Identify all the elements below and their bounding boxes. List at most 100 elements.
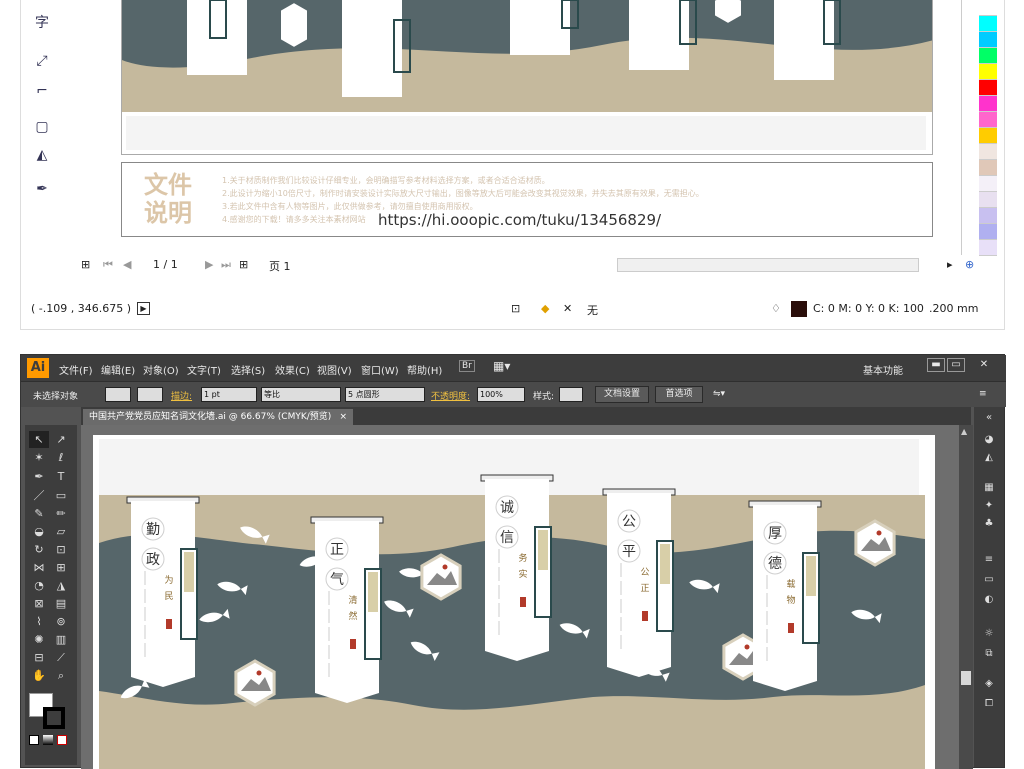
add-page-before-icon[interactable]: ⊞	[81, 258, 90, 271]
document-tab[interactable]: 中国共产党党员应知名词文化墙.ai @ 66.67% (CMYK/预览) ×	[83, 409, 353, 425]
stroke-swatch[interactable]	[43, 707, 65, 729]
menu-type[interactable]: 文字(T)	[187, 362, 221, 377]
stroke-weight-field[interactable]: 1 pt	[201, 387, 257, 402]
scroll-right-icon[interactable]: ▸	[947, 258, 953, 271]
artboard-tool-icon[interactable]: ⊟	[29, 649, 49, 666]
perspective-grid-tool-icon[interactable]: ◮	[51, 577, 71, 594]
opacity-field[interactable]: 100%	[477, 387, 525, 402]
maximize-button[interactable]: ▭	[947, 358, 965, 372]
menu-help[interactable]: 帮助(H)	[407, 362, 442, 377]
preferences-button[interactable]: 首选项	[655, 386, 703, 403]
horizontal-scrollbar[interactable]	[617, 258, 919, 272]
next-page-icon[interactable]: ▶	[205, 258, 213, 271]
brushes-panel-icon[interactable]: ✦	[981, 499, 997, 513]
none-mode-button[interactable]	[57, 735, 67, 745]
paintbrush-tool-icon[interactable]: ✎	[29, 505, 49, 522]
direct-selection-tool-icon[interactable]: ↗	[51, 431, 71, 448]
shadow-tool-icon[interactable]: ▢	[31, 118, 53, 136]
palette-swatch[interactable]	[979, 240, 997, 256]
color-panel-icon[interactable]: ◕	[981, 433, 997, 447]
menu-effect[interactable]: 效果(C)	[275, 362, 310, 377]
blob-brush-tool-icon[interactable]: ◒	[29, 523, 49, 540]
text-tool-icon[interactable]: 字	[31, 14, 53, 32]
palette-swatch[interactable]	[979, 96, 997, 112]
palette-swatch[interactable]	[979, 80, 997, 96]
palette-swatch[interactable]	[979, 128, 997, 144]
variable-width-profile[interactable]: 等比	[261, 387, 341, 402]
appearance-panel-icon[interactable]: ☼	[981, 627, 997, 641]
zoom-tool-icon[interactable]: ⌕	[51, 667, 71, 684]
palette-swatch[interactable]	[979, 0, 997, 16]
menu-select[interactable]: 选择(S)	[231, 362, 265, 377]
slice-tool-icon[interactable]: ⟋	[51, 649, 71, 666]
palette-swatch[interactable]	[979, 112, 997, 128]
stroke-color-control[interactable]	[137, 387, 163, 402]
minimize-button[interactable]: ▬	[927, 358, 945, 372]
graphic-style-picker[interactable]	[559, 387, 583, 402]
eyedropper-tool-icon[interactable]: ✒	[31, 180, 53, 198]
magic-wand-tool-icon[interactable]: ✶	[29, 449, 49, 466]
color-guide-icon[interactable]: ◭	[981, 451, 997, 465]
scroll-up-icon[interactable]: ▲	[961, 427, 967, 436]
palette-swatch[interactable]	[979, 144, 997, 160]
document-setup-button[interactable]: 文档设置	[595, 386, 649, 403]
artboards-panel-icon[interactable]: ⧠	[981, 697, 997, 711]
menu-window[interactable]: 窗口(W)	[361, 362, 399, 377]
eyedropper-tool-icon-ai[interactable]: ⌇	[29, 613, 49, 630]
bridge-icon[interactable]: Br	[459, 360, 475, 372]
free-transform-tool-icon[interactable]: ⊞	[51, 559, 71, 576]
workspace-switcher[interactable]: 基本功能	[863, 362, 903, 377]
menu-file[interactable]: 文件(F)	[59, 362, 93, 377]
prev-page-icon[interactable]: ◀	[123, 258, 131, 271]
top-vertical-scrollbar[interactable]	[961, 0, 975, 255]
dimension-tool-icon[interactable]: ⤢	[31, 52, 53, 70]
stroke-panel-icon[interactable]: ≡	[981, 553, 997, 567]
layers-panel-icon[interactable]: ◈	[981, 677, 997, 691]
opacity-label[interactable]: 不透明度:	[431, 389, 470, 402]
mesh-tool-icon[interactable]: ⊠	[29, 595, 49, 612]
source-url[interactable]: https://hi.ooopic.com/tuku/13456829/	[378, 211, 661, 229]
column-graph-tool-icon[interactable]: ▥	[51, 631, 71, 648]
graphic-styles-panel-icon[interactable]: ⧉	[981, 647, 997, 661]
play-icon[interactable]: ▶	[137, 302, 150, 315]
last-page-icon[interactable]: ⏭	[221, 258, 231, 272]
palette-swatch[interactable]	[979, 32, 997, 48]
pen-tool-icon[interactable]: ✒	[29, 468, 49, 485]
menu-view[interactable]: 视图(V)	[317, 362, 352, 377]
blend-tool-icon[interactable]: ⊚	[51, 613, 71, 630]
hand-tool-icon[interactable]: ✋	[29, 667, 49, 684]
lasso-tool-icon[interactable]: ℓ	[51, 449, 71, 466]
arrange-documents-icon[interactable]: ▦▾	[493, 359, 510, 373]
palette-swatch[interactable]	[979, 192, 997, 208]
transparency-panel-icon[interactable]: ◐	[981, 593, 997, 607]
gradient-tool-icon[interactable]: ▤	[51, 595, 71, 612]
palette-swatch[interactable]	[979, 16, 997, 32]
color-palette[interactable]	[979, 0, 999, 256]
gradient-mode-button[interactable]	[43, 735, 53, 745]
connector-tool-icon[interactable]: ⌐	[31, 82, 53, 100]
canvas-vertical-scrollbar[interactable]: ▲	[959, 425, 973, 769]
rotate-tool-icon[interactable]: ↻	[29, 541, 49, 558]
menu-object[interactable]: 对象(O)	[143, 362, 179, 377]
zoom-icon[interactable]: ⊕	[965, 258, 974, 271]
transparency-tool-icon[interactable]: ◭	[31, 146, 53, 164]
palette-swatch[interactable]	[979, 64, 997, 80]
symbol-sprayer-tool-icon[interactable]: ✺	[29, 631, 49, 648]
rectangle-tool-icon[interactable]: ▭	[51, 487, 71, 504]
fill-swatch-icon[interactable]: ⊡	[511, 302, 520, 315]
menu-edit[interactable]: 编辑(E)	[101, 362, 135, 377]
first-page-icon[interactable]: ⏮	[103, 258, 113, 272]
brush-definition[interactable]: 5 点圆形	[345, 387, 425, 402]
stroke-label[interactable]: 描边:	[171, 389, 192, 402]
scale-tool-icon[interactable]: ⊡	[51, 541, 71, 558]
palette-swatch[interactable]	[979, 224, 997, 240]
palette-swatch[interactable]	[979, 48, 997, 64]
control-bar-menu-icon[interactable]: ≡	[979, 389, 987, 399]
line-tool-icon[interactable]: ／	[29, 487, 49, 504]
gradient-panel-icon[interactable]: ▭	[981, 573, 997, 587]
fill-color-control[interactable]	[105, 387, 131, 402]
symbols-panel-icon[interactable]: ♣	[981, 517, 997, 531]
page-tab[interactable]: 页 1	[269, 258, 291, 274]
eraser-tool-icon[interactable]: ▱	[51, 523, 71, 540]
close-tab-icon[interactable]: ×	[339, 409, 347, 425]
